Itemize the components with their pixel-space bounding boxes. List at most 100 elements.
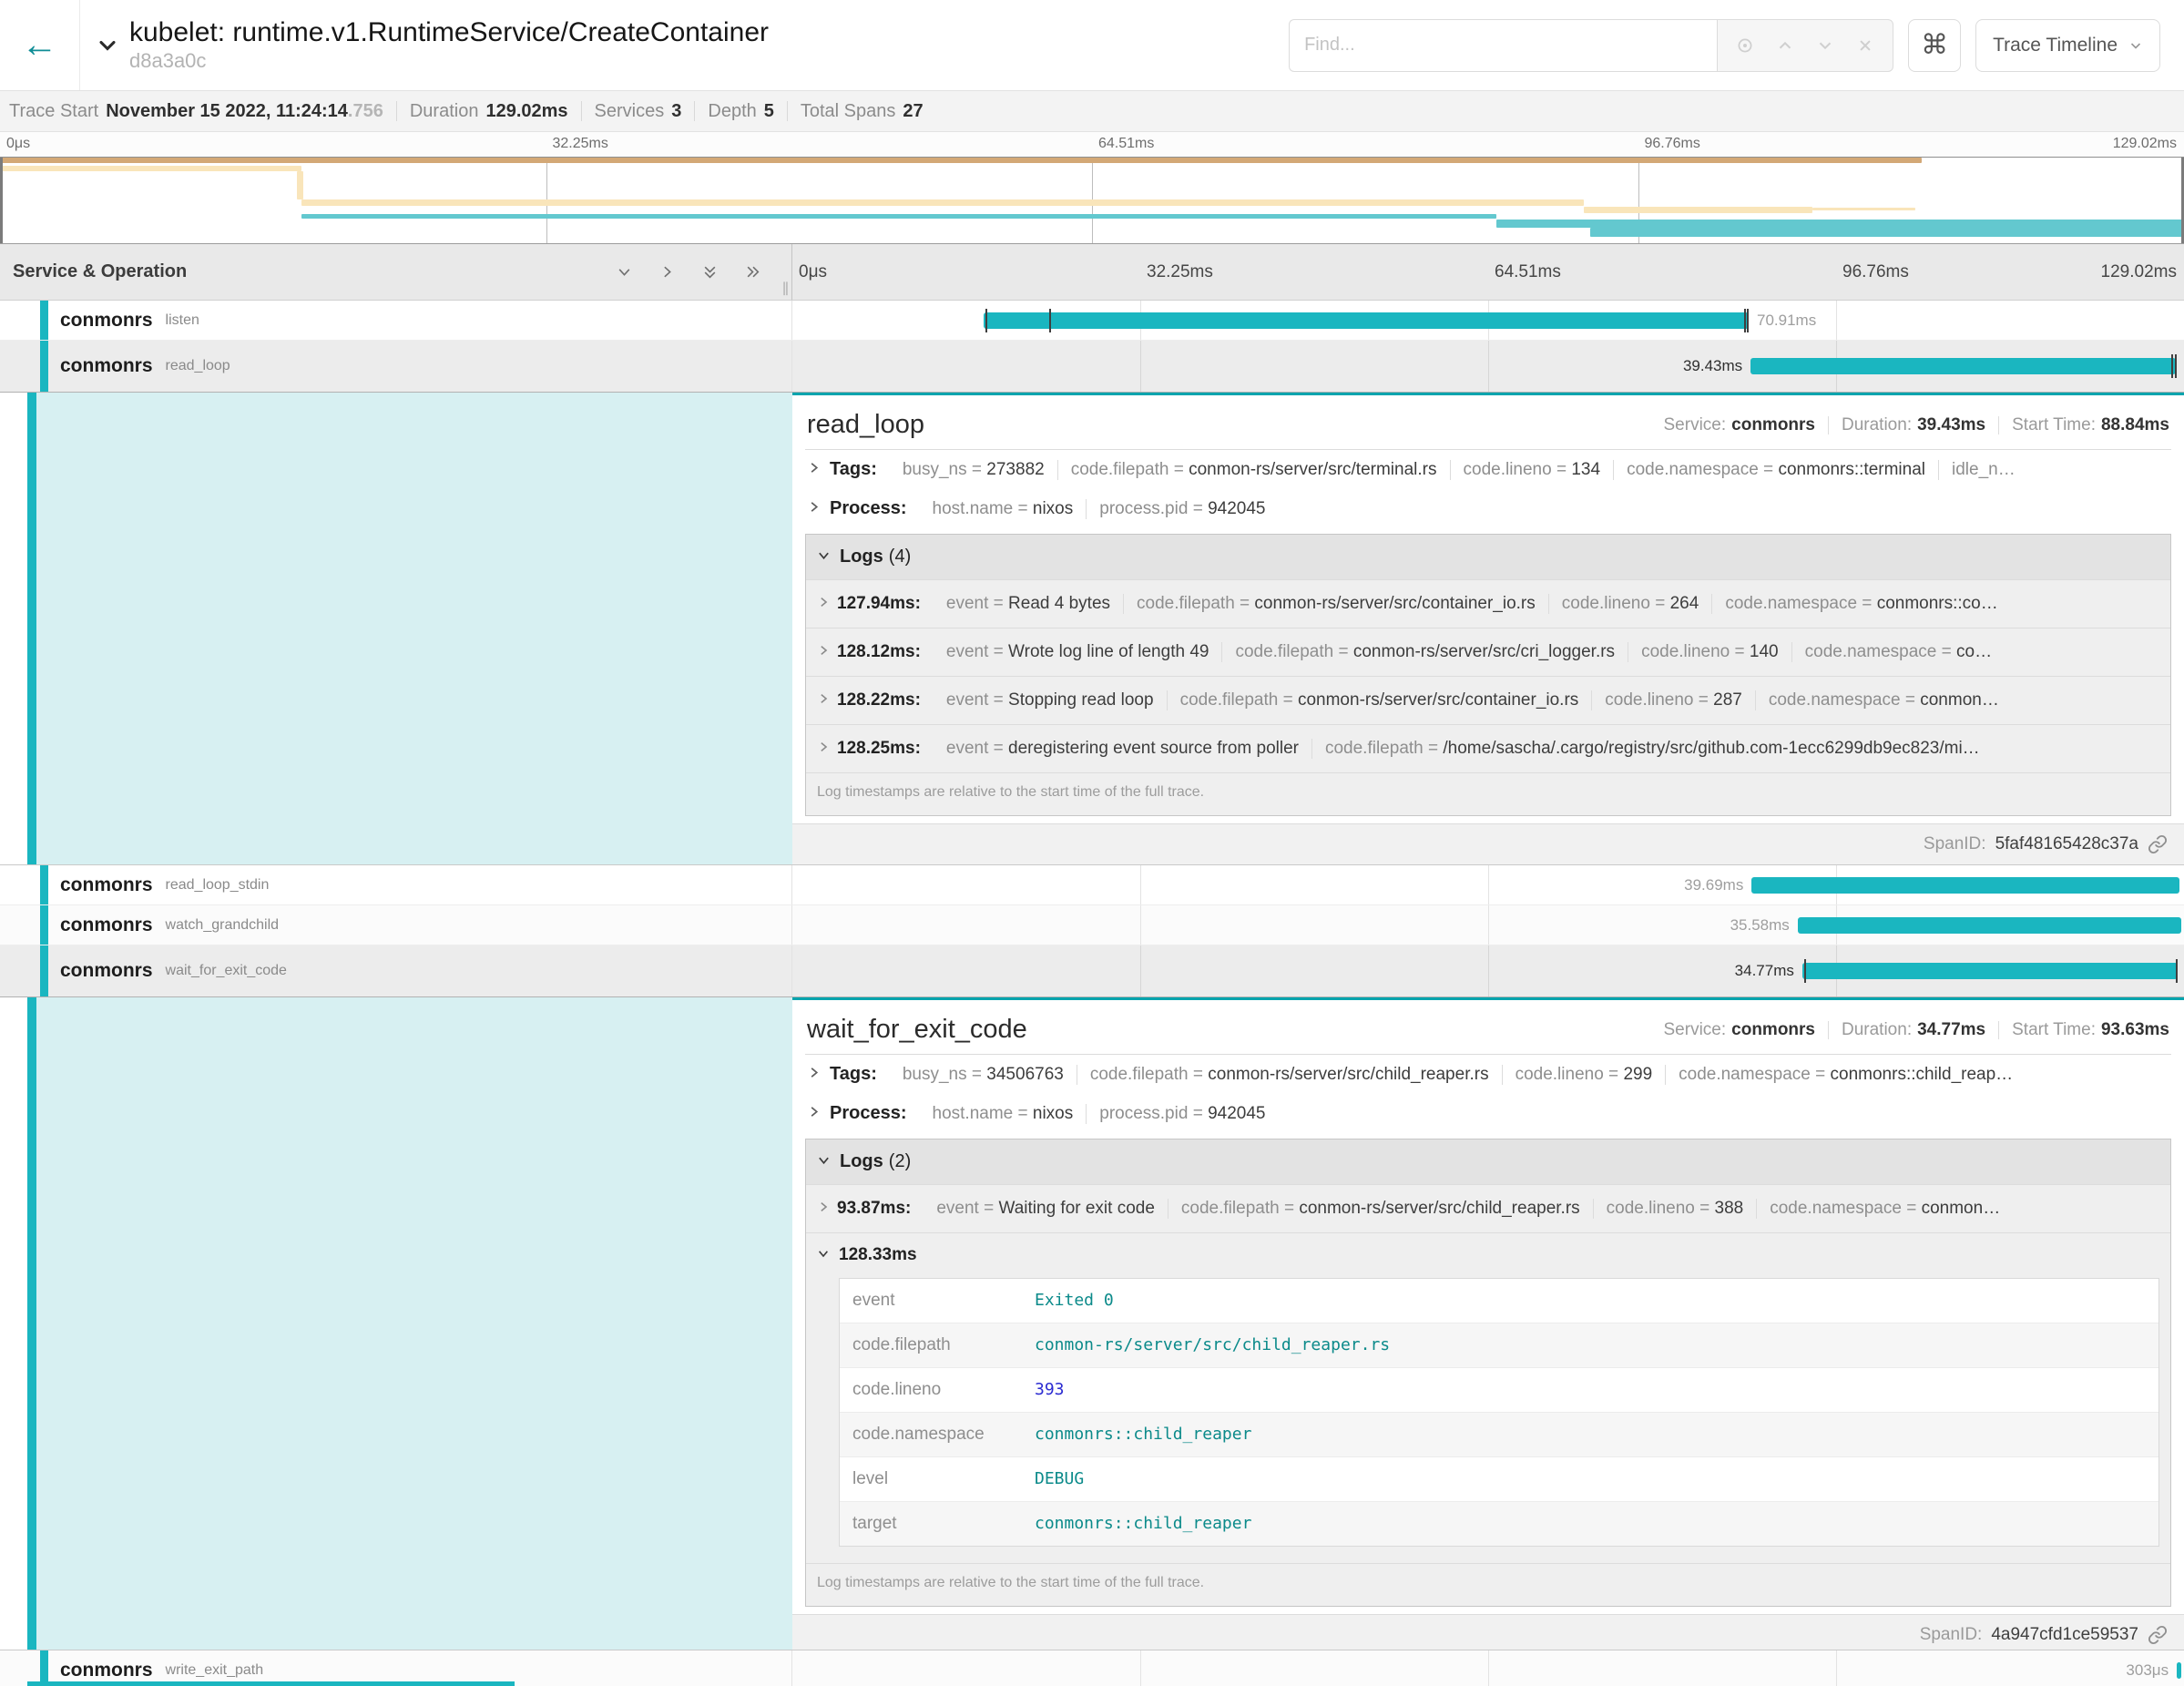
meta-value-start-time: 93.63ms — [2101, 1020, 2169, 1040]
collapse-controls — [617, 264, 760, 280]
link-icon[interactable] — [2148, 1625, 2168, 1645]
span-row-listen[interactable]: conmonrslisten70.91ms — [0, 301, 2184, 341]
log-entry[interactable]: 128.22ms:event = Stopping read loopcode.… — [806, 676, 2170, 724]
span-timeline-cell: 35.58ms — [792, 905, 2184, 945]
expand-one-icon[interactable] — [659, 264, 675, 280]
chevron-right-icon — [817, 1199, 830, 1219]
trace-collapse-toggle[interactable] — [95, 33, 120, 58]
field-key: level — [852, 1469, 1035, 1489]
ruler-tick: 32.25ms — [553, 136, 608, 152]
span-duration-bar[interactable] — [984, 312, 1749, 329]
detail-highlight-area — [36, 997, 792, 1650]
kv-key: code.lineno — [1605, 690, 1693, 710]
span-duration-bar[interactable] — [2177, 1662, 2181, 1679]
trace-timeline-page: ← kubelet: runtime.v1.RuntimeService/Cre… — [0, 0, 2184, 1686]
timeline-gridline — [1140, 341, 1141, 392]
minimap-left-handle[interactable] — [0, 158, 3, 243]
summary-separator — [396, 101, 397, 121]
kv-equals: = — [967, 1065, 987, 1084]
minimap-span-segment — [1812, 208, 1915, 210]
log-entry[interactable]: 128.12ms:event = Wrote log line of lengt… — [806, 628, 2170, 676]
logs-accordion: Logs(4)127.94ms:event = Read 4 bytescode… — [805, 534, 2171, 816]
span-duration-bar[interactable] — [1798, 917, 2181, 934]
focus-match-icon[interactable] — [1725, 26, 1765, 66]
process-row[interactable]: Process:host.name = nixosprocess.pid = 9… — [805, 489, 2171, 528]
view-selector-label: Trace Timeline — [1993, 35, 2118, 56]
process-row[interactable]: Process:host.name = nixosprocess.pid = 9… — [805, 1094, 2171, 1133]
kv-value: 942045 — [1208, 499, 1265, 518]
summary-value: 5 — [764, 101, 774, 122]
collapse-all-icon[interactable] — [702, 264, 718, 280]
kv-equals: = — [1604, 1065, 1624, 1084]
minimap-span-segment — [1590, 228, 2184, 237]
kv-value: conmon-rs/server/src/child_reaper.rs — [1299, 1199, 1579, 1218]
span-color-strip — [40, 905, 48, 945]
log-field-row: levelDEBUG — [840, 1456, 2158, 1501]
column-resize-handle[interactable]: ∥ — [782, 280, 790, 296]
ruler-tick: 0μs — [6, 136, 30, 152]
field-key: code.namespace — [852, 1425, 1035, 1445]
tags-row[interactable]: Tags:busy_ns = 34506763code.filepath = c… — [805, 1055, 2171, 1094]
tag-item: code.lineno = 299 — [1502, 1065, 1666, 1085]
service-name: conmonrs — [60, 355, 153, 377]
kv-equals: = — [1188, 1104, 1208, 1123]
tag-item: process.pid = 942045 — [1086, 1104, 1278, 1124]
expand-all-icon[interactable] — [745, 264, 760, 280]
tag-item: code.namespace = conmonrs::child_reap… — [1665, 1065, 2026, 1085]
tag-item: idle_n… — [1938, 460, 2028, 480]
summary-separator — [787, 101, 788, 121]
logs-count: (2) — [889, 1151, 911, 1172]
summary-label: Trace Start — [9, 101, 98, 122]
log-expanded-header[interactable]: 128.33ms — [817, 1245, 2159, 1265]
ruler-tick: 64.51ms — [1098, 136, 1154, 152]
next-match-icon[interactable] — [1805, 26, 1845, 66]
tags-row[interactable]: Tags:busy_ns = 273882code.filepath = con… — [805, 450, 2171, 489]
timeline-gridline — [1488, 945, 1489, 996]
span-table-header: Service & Operation ∥ 0μs32.25ms64.51ms9… — [0, 244, 2184, 301]
span-duration-bar[interactable] — [1751, 877, 2179, 894]
prev-match-icon[interactable] — [1765, 26, 1805, 66]
span-row-wait_for_exit_code[interactable]: conmonrswait_for_exit_code34.77ms — [0, 945, 2184, 997]
link-icon[interactable] — [2148, 834, 2168, 854]
span-row-read_loop[interactable]: conmonrsread_loop39.43ms — [0, 341, 2184, 393]
back-button[interactable]: ← — [0, 0, 80, 90]
view-selector-button[interactable]: Trace Timeline — [1975, 19, 2160, 72]
minimap-ruler: 0μs32.25ms64.51ms96.76ms129.02ms — [0, 132, 2184, 157]
chevron-down-icon — [2128, 38, 2143, 53]
logs-header[interactable]: Logs(2) — [806, 1139, 2170, 1184]
span-detail-panel: read_loopService:conmonrsDuration:39.43m… — [792, 393, 2184, 864]
service-name: conmonrs — [60, 915, 153, 936]
span-name-cell: conmonrswait_for_exit_code — [0, 945, 792, 996]
summary-value: November 15 2022, 11:24:14 — [106, 101, 348, 122]
find-input[interactable] — [1289, 19, 1717, 72]
span-row-watch_grandchild[interactable]: conmonrswatch_grandchild35.58ms — [0, 905, 2184, 945]
clear-find-icon[interactable] — [1845, 26, 1885, 66]
service-operation-header: Service & Operation ∥ — [0, 244, 792, 300]
log-entry[interactable]: 128.25ms:event = deregistering event sou… — [806, 724, 2170, 772]
meta-value-duration: 34.77ms — [1917, 1020, 1985, 1040]
kv-key: code.namespace — [1769, 690, 1901, 710]
log-entry[interactable]: 127.94ms:event = Read 4 bytescode.filepa… — [806, 579, 2170, 628]
kv-key: code.namespace — [1679, 1065, 1811, 1084]
summary-label: Total Spans — [801, 101, 896, 122]
ruler-tick: 129.02ms — [2113, 136, 2177, 152]
span-duration-bar[interactable] — [1750, 358, 2176, 374]
kv-key: code.lineno — [1641, 642, 1730, 661]
meta-label-service: Service: — [1664, 1020, 1727, 1040]
logs-header[interactable]: Logs(4) — [806, 535, 2170, 579]
span-detail-meta: Service:conmonrsDuration:34.77msStart Ti… — [1664, 1020, 2170, 1040]
trace-minimap[interactable] — [0, 157, 2184, 244]
span-color-strip — [27, 997, 36, 1650]
span-row-read_loop_stdin[interactable]: conmonrsread_loop_stdin39.69ms — [0, 865, 2184, 905]
timeline-gridline — [1488, 1650, 1489, 1686]
collapse-one-icon[interactable] — [617, 264, 632, 280]
field-key: code.lineno — [852, 1380, 1035, 1400]
kv-key: event — [936, 1199, 978, 1218]
kv-equals: = — [1235, 594, 1255, 613]
kv-key: code.lineno — [1562, 594, 1650, 613]
keyboard-shortcuts-button[interactable]: ⌘ — [1908, 19, 1961, 72]
kv-value: 273882 — [986, 460, 1044, 479]
log-entry[interactable]: 93.87ms:event = Waiting for exit codecod… — [806, 1184, 2170, 1232]
span-duration-bar[interactable] — [1802, 963, 2178, 979]
kv-key: idle_n… — [1952, 460, 2016, 479]
